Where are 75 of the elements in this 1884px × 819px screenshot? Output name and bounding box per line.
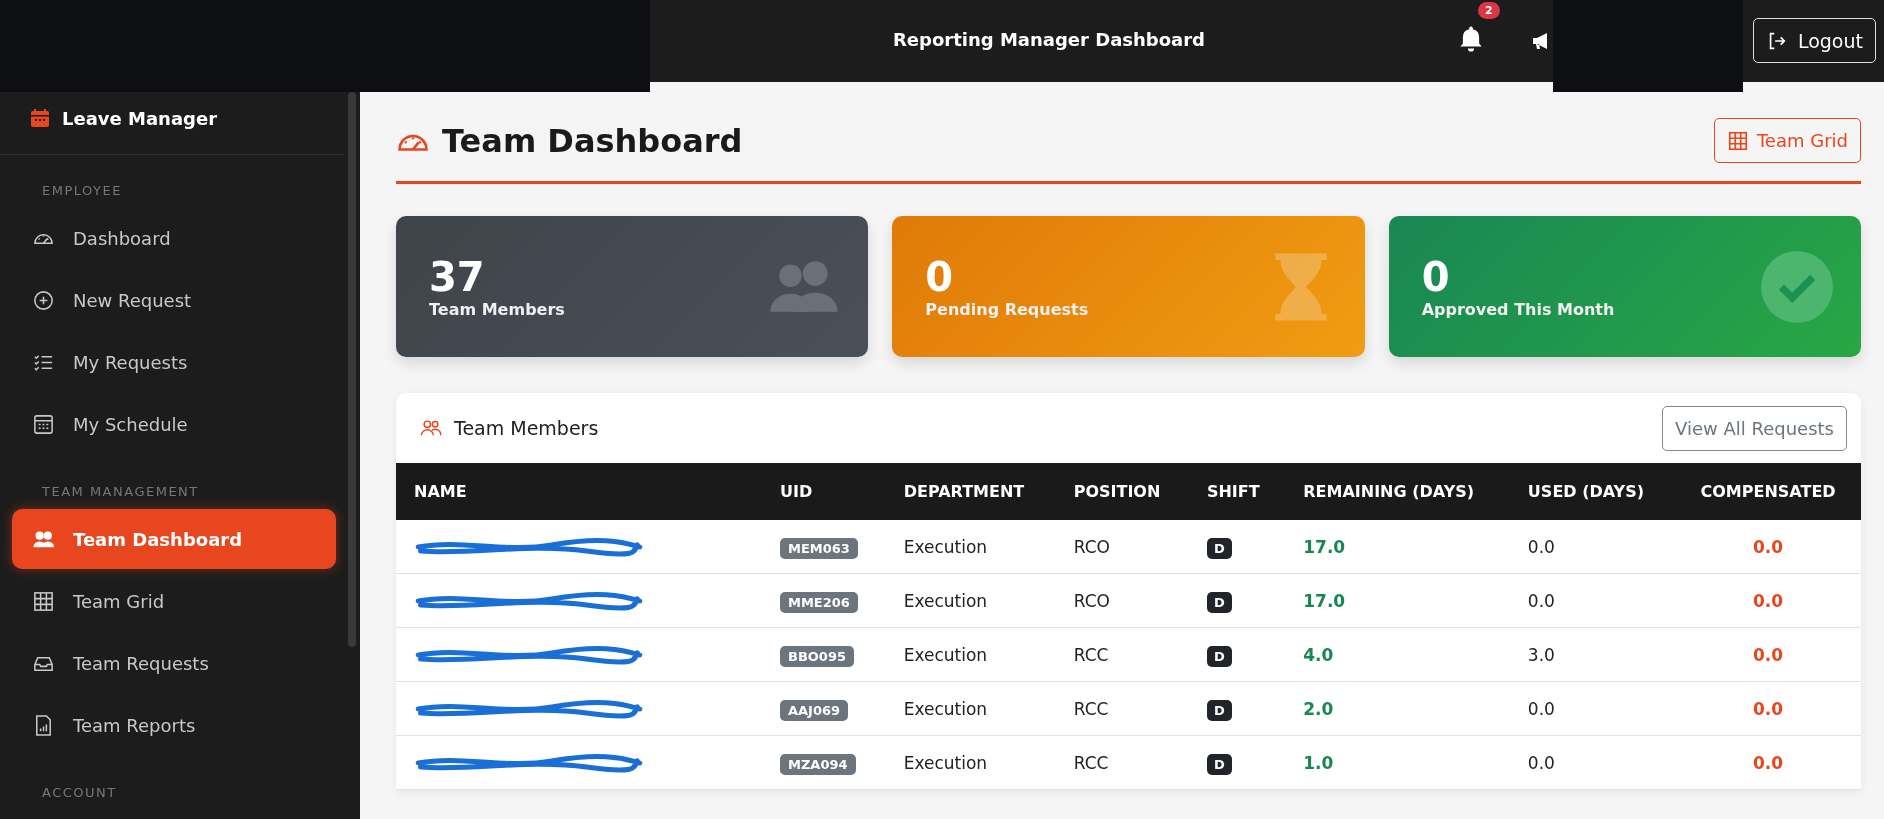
nav-item[interactable]: Dashboard <box>12 208 336 268</box>
table-cell: RCO <box>1073 536 1110 557</box>
table-cell: 0.0 <box>1527 590 1555 611</box>
section-heading: ACCOUNT <box>41 784 118 802</box>
column-header: USED (DAYS) <box>1527 482 1645 501</box>
table-cell: 3.0 <box>1527 644 1555 665</box>
table-cell: Execution <box>903 698 988 719</box>
table-cell: 2.0 <box>1303 698 1334 719</box>
table-cell: 17.0 <box>1303 536 1346 557</box>
table-cell: 0.0 <box>1527 536 1555 557</box>
stat-label: Approved This Month <box>1421 300 1615 319</box>
column-header: COMPENSATED <box>1700 482 1836 501</box>
table-cell: 0.0 <box>1753 536 1784 557</box>
uid-badge: MME206 <box>780 591 858 613</box>
column-header: REMAINING (DAYS) <box>1303 482 1475 501</box>
app-name: Leave Manager <box>62 107 218 129</box>
grid-icon <box>32 589 55 613</box>
shift-badge: D <box>1206 591 1232 613</box>
team-grid-button[interactable]: Team Grid <box>1713 118 1861 163</box>
table-cell: 17.0 <box>1303 590 1346 611</box>
table-cell: 0.0 <box>1527 698 1555 719</box>
table-cell: 4.0 <box>1303 644 1334 665</box>
table-cell: 0.0 <box>1753 644 1784 665</box>
nav-item[interactable]: My Schedule <box>12 394 336 454</box>
table-cell: Execution <box>903 644 988 665</box>
stat-value: 0 <box>1421 254 1451 300</box>
plus-circle-icon <box>32 288 55 312</box>
table-cell: RCC <box>1073 698 1109 719</box>
scrollbar[interactable] <box>348 92 356 647</box>
shift-badge: D <box>1206 645 1232 667</box>
table-cell: Execution <box>903 752 988 773</box>
nav-item[interactable]: Team Grid <box>12 571 336 631</box>
nav-item[interactable]: My Requests <box>12 332 336 392</box>
uid-badge: MZA094 <box>780 753 856 775</box>
view-all-requests-button[interactable]: View All Requests <box>1662 405 1847 451</box>
table-cell: 0.0 <box>1753 590 1784 611</box>
table-cell: Execution <box>903 536 988 557</box>
table-cell: RCC <box>1073 644 1109 665</box>
shift-badge: D <box>1206 699 1232 721</box>
calendar-icon <box>32 412 55 436</box>
table-cell: 0.0 <box>1753 698 1784 719</box>
uid-badge: AAJ069 <box>780 699 849 721</box>
shift-badge: D <box>1206 537 1232 559</box>
nav-item[interactable]: Team Requests <box>12 633 336 693</box>
column-header: NAME <box>414 482 467 501</box>
section-heading: EMPLOYEE <box>41 182 123 200</box>
table-cell: RCO <box>1073 590 1110 611</box>
column-header: DEPARTMENT <box>903 482 1025 501</box>
shift-badge: D <box>1206 753 1232 775</box>
column-header: POSITION <box>1073 482 1161 501</box>
logout-button[interactable]: Logout <box>1752 18 1876 63</box>
calendar-icon <box>30 108 50 128</box>
stat-label: Pending Requests <box>925 300 1089 319</box>
table-cell: RCC <box>1073 752 1109 773</box>
check-circle-icon <box>1761 250 1833 323</box>
nav-item[interactable]: Team Dashboard <box>12 509 336 569</box>
uid-badge: BBO095 <box>780 645 854 667</box>
panel-title: Team Members <box>454 417 600 439</box>
column-header: UID <box>780 482 813 501</box>
table-cell: 0.0 <box>1527 752 1555 773</box>
table-cell: 0.0 <box>1753 752 1784 773</box>
page-header-title: Reporting Manager Dashboard <box>893 29 1205 50</box>
stat-label: Team Members <box>429 300 565 319</box>
stat-value: 37 <box>429 254 486 300</box>
uid-badge: MEM063 <box>780 537 858 559</box>
column-header: SHIFT <box>1206 482 1260 501</box>
nav-item[interactable]: New Request <box>12 270 336 330</box>
nav-item[interactable]: Team Reports <box>12 695 336 755</box>
table-cell: Execution <box>903 590 988 611</box>
section-heading: TEAM MANAGEMENT <box>41 483 200 501</box>
notification-badge: 2 <box>1478 2 1500 19</box>
table-cell: 1.0 <box>1303 752 1334 773</box>
stat-value: 0 <box>925 254 955 300</box>
page-title: Team Dashboard <box>442 121 744 160</box>
grid-icon <box>1726 129 1749 152</box>
